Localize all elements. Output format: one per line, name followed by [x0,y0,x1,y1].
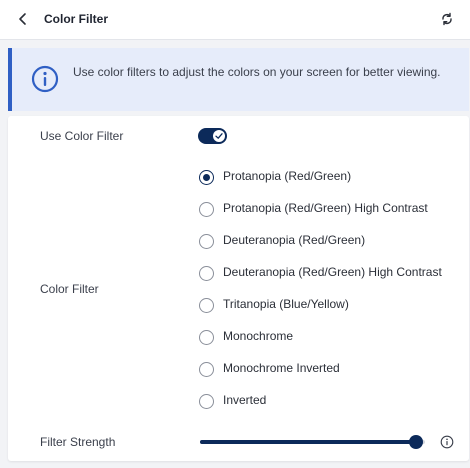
filter-strength-label: Filter Strength [40,435,116,449]
filter-strength-slider[interactable] [200,433,425,451]
radio-label: Monochrome [223,329,294,343]
reset-button[interactable] [438,10,456,28]
radio-label: Deuteranopia (Red/Green) High Contrast [223,265,442,279]
info-icon [31,65,59,93]
toggle-knob [213,130,225,142]
checkmark-icon [215,133,223,139]
info-banner: Use color filters to adjust the colors o… [8,48,469,111]
page-title: Color Filter [44,12,109,26]
info-icon[interactable] [440,435,454,449]
color-filter-page: Color Filter Use color filters to adjust… [0,0,470,468]
radio-option-deuteranopia[interactable]: Deuteranopia (Red/Green) [199,233,464,251]
radio-label: Monochrome Inverted [223,361,340,375]
radio-label: Protanopia (Red/Green) [223,169,352,183]
radio-option-inverted[interactable]: Inverted [199,393,464,411]
radio-option-protanopia[interactable]: Protanopia (Red/Green) [199,169,464,187]
color-filter-label: Color Filter [40,282,99,296]
radio-button[interactable] [199,298,214,313]
radio-label: Inverted [223,393,267,407]
use-color-filter-label: Use Color Filter [40,129,124,143]
radio-button[interactable] [199,330,214,345]
radio-option-monochrome[interactable]: Monochrome [199,329,464,347]
slider-thumb[interactable] [409,435,423,449]
banner-message: Use color filters to adjust the colors o… [73,65,441,79]
radio-button[interactable] [199,202,214,217]
radio-button[interactable] [199,362,214,377]
chevron-left-icon [19,13,26,25]
use-color-filter-toggle[interactable] [198,128,227,144]
radio-button[interactable] [199,394,214,409]
radio-label: Deuteranopia (Red/Green) [223,233,366,247]
radio-option-tritanopia[interactable]: Tritanopia (Blue/Yellow) [199,297,464,315]
back-button[interactable] [14,10,32,28]
radio-option-deuteranopia-high-contrast[interactable]: Deuteranopia (Red/Green) High Contrast [199,265,464,283]
radio-label: Tritanopia (Blue/Yellow) [223,297,349,311]
radio-button[interactable] [199,170,214,185]
radio-button[interactable] [199,266,214,281]
radio-option-protanopia-high-contrast[interactable]: Protanopia (Red/Green) High Contrast [199,201,464,219]
header: Color Filter [0,0,470,40]
radio-label: Protanopia (Red/Green) High Contrast [223,201,428,215]
radio-option-monochrome-inverted[interactable]: Monochrome Inverted [199,361,464,379]
slider-fill [200,440,416,444]
radio-button[interactable] [199,234,214,249]
refresh-icon [442,12,452,26]
